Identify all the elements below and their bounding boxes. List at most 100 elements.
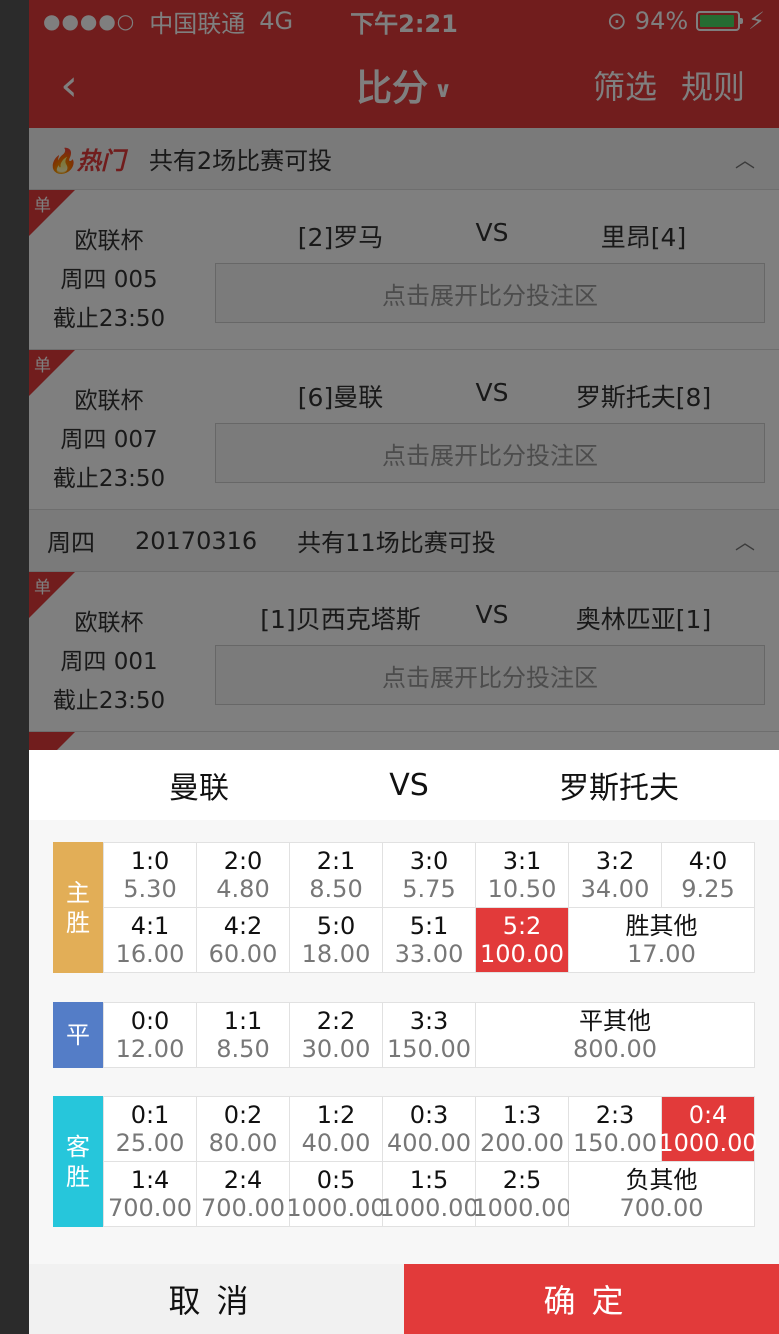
- score-option[interactable]: 4:1 16.00: [104, 908, 196, 972]
- odds-value: 17.00: [627, 940, 696, 968]
- score-label: 3:3: [409, 1007, 449, 1035]
- score-option[interactable]: 2:4 700.00: [197, 1162, 289, 1226]
- score-option[interactable]: 2:0 4.80: [197, 843, 289, 907]
- odds-value: 1000.00: [472, 1194, 572, 1222]
- app-screen: ●●●●○ 中国联通 4G 下午2:21 ⊙ 94% ⚡ ‹ 比分∨ 筛选 规则: [29, 0, 779, 1334]
- score-label: 1:0: [130, 847, 170, 875]
- draw-grid: 0:0 12.00 1:1 8.50 2:2 30.00 3:3 150.00 平其他 800.0…: [103, 1002, 755, 1068]
- odds-value: 150.00: [573, 1129, 657, 1157]
- odds-value: 25.00: [115, 1129, 185, 1157]
- confirm-button[interactable]: 确定: [404, 1264, 779, 1334]
- score-label: 2:1: [316, 847, 356, 875]
- score-option[interactable]: 5:0 18.00: [290, 908, 382, 972]
- sheet-header: 曼联 VS 罗斯托夫: [29, 750, 779, 820]
- score-label: 5:2: [502, 912, 542, 940]
- home-win-grid: 1:0 5.30 2:0 4.80 2:1 8.50 3:0 5.75 3:1 10.50 3:2 3…: [103, 842, 755, 973]
- score-label: 0:4: [688, 1101, 728, 1129]
- score-option[interactable]: 5:2 100.00: [476, 908, 568, 972]
- score-option[interactable]: 1:0 5.30: [104, 843, 196, 907]
- cancel-button[interactable]: 取消: [29, 1264, 404, 1334]
- odds-value: 8.50: [216, 1035, 270, 1063]
- odds-value: 1000.00: [658, 1129, 758, 1157]
- score-option[interactable]: 0:0 12.00: [104, 1003, 196, 1067]
- score-label: 4:0: [688, 847, 728, 875]
- score-label: 2:3: [595, 1101, 635, 1129]
- odds-value: 12.00: [115, 1035, 185, 1063]
- odds-value: 10.50: [487, 875, 557, 903]
- odds-value: 700.00: [201, 1194, 285, 1222]
- score-option[interactable]: 胜其他 17.00: [569, 908, 754, 972]
- score-label: 1:2: [316, 1101, 356, 1129]
- sheet-vs-label: VS: [389, 767, 429, 803]
- score-label: 5:0: [316, 912, 356, 940]
- score-label: 4:1: [130, 912, 170, 940]
- draw-label: 平: [53, 1002, 103, 1068]
- odds-value: 400.00: [387, 1129, 471, 1157]
- home-win-group: 主胜 1:0 5.30 2:0 4.80 2:1 8.50 3:0 5.75 3:1 10.50 3…: [53, 842, 755, 973]
- score-option[interactable]: 1:4 700.00: [104, 1162, 196, 1226]
- score-option[interactable]: 0:3 400.00: [383, 1097, 475, 1161]
- odds-value: 100.00: [480, 940, 564, 968]
- score-option[interactable]: 1:1 8.50: [197, 1003, 289, 1067]
- score-label: 2:2: [316, 1007, 356, 1035]
- score-option[interactable]: 3:0 5.75: [383, 843, 475, 907]
- odds-value: 33.00: [394, 940, 464, 968]
- score-option[interactable]: 1:5 1000.00: [379, 1162, 479, 1226]
- score-label: 1:1: [223, 1007, 263, 1035]
- score-option[interactable]: 5:1 33.00: [383, 908, 475, 972]
- score-option[interactable]: 2:2 30.00: [290, 1003, 382, 1067]
- score-label: 3:2: [595, 847, 635, 875]
- score-label: 4:2: [223, 912, 263, 940]
- odds-value: 34.00: [580, 875, 650, 903]
- score-option[interactable]: 4:0 9.25: [662, 843, 754, 907]
- score-label: 2:5: [502, 1166, 542, 1194]
- score-label: 2:0: [223, 847, 263, 875]
- draw-group: 平 0:0 12.00 1:1 8.50 2:2 30.00 3:3 150.00 平其他 800…: [53, 1002, 755, 1068]
- score-option[interactable]: 2:1 8.50: [290, 843, 382, 907]
- odds-value: 18.00: [301, 940, 371, 968]
- modal-backdrop[interactable]: [29, 0, 779, 750]
- score-option[interactable]: 3:3 150.00: [383, 1003, 475, 1067]
- score-label: 1:4: [130, 1166, 170, 1194]
- odds-value: 1000.00: [286, 1194, 386, 1222]
- odds-value: 700.00: [619, 1194, 704, 1222]
- score-option[interactable]: 1:3 200.00: [476, 1097, 568, 1161]
- score-option[interactable]: 4:2 60.00: [197, 908, 289, 972]
- score-option[interactable]: 0:1 25.00: [104, 1097, 196, 1161]
- score-label: 0:1: [130, 1101, 170, 1129]
- away-win-label-text: 客胜: [66, 1132, 90, 1191]
- odds-value: 5.75: [402, 875, 456, 903]
- odds-value: 800.00: [573, 1035, 657, 1063]
- odds-value: 60.00: [208, 940, 278, 968]
- odds-value: 150.00: [387, 1035, 471, 1063]
- score-label: 1:3: [502, 1101, 542, 1129]
- score-label: 1:5: [409, 1166, 449, 1194]
- score-option[interactable]: 负其他 700.00: [569, 1162, 754, 1226]
- odds-value: 1000.00: [379, 1194, 479, 1222]
- score-option[interactable]: 1:2 40.00: [290, 1097, 382, 1161]
- score-label: 0:5: [316, 1166, 356, 1194]
- score-label: 胜其他: [625, 912, 698, 940]
- score-label: 5:1: [409, 912, 449, 940]
- score-option[interactable]: 0:2 80.00: [197, 1097, 289, 1161]
- away-win-group: 客胜 0:1 25.00 0:2 80.00 1:2 40.00 0:3 400.00 1:3 2…: [53, 1096, 758, 1227]
- away-win-grid: 0:1 25.00 0:2 80.00 1:2 40.00 0:3 400.00 1:3 200.…: [103, 1096, 758, 1227]
- score-options: 主胜 1:0 5.30 2:0 4.80 2:1 8.50 3:0 5.75 3:1 10.50 3…: [29, 820, 779, 1264]
- home-win-label: 主胜: [53, 842, 103, 973]
- sheet-home-team: 曼联: [169, 771, 229, 806]
- odds-value: 40.00: [301, 1129, 371, 1157]
- score-label: 负其他: [625, 1166, 698, 1194]
- score-option[interactable]: 0:4 1000.00: [658, 1097, 758, 1161]
- score-label: 2:4: [223, 1166, 263, 1194]
- score-label: 0:0: [130, 1007, 170, 1035]
- score-option[interactable]: 2:3 150.00: [569, 1097, 661, 1161]
- score-option[interactable]: 3:1 10.50: [476, 843, 568, 907]
- score-option[interactable]: 2:5 1000.00: [472, 1162, 572, 1226]
- odds-value: 4.80: [216, 875, 270, 903]
- score-option[interactable]: 3:2 34.00: [569, 843, 661, 907]
- score-label: 0:2: [223, 1101, 263, 1129]
- sheet-away-team: 罗斯托夫: [559, 771, 679, 806]
- score-option[interactable]: 平其他 800.00: [476, 1003, 754, 1067]
- score-label: 0:3: [409, 1101, 449, 1129]
- score-option[interactable]: 0:5 1000.00: [286, 1162, 386, 1226]
